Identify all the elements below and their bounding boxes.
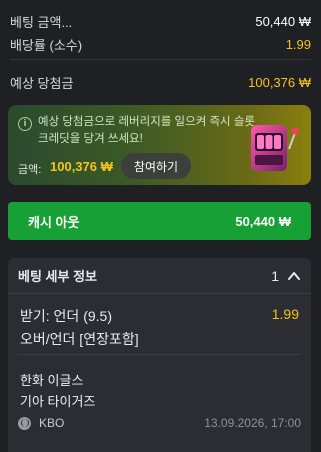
slot-credit-promo: i 예상 당첨금으로 레버리지를 일으켜 즉시 슬롯 크레딧을 당겨 쓰세요! … [8, 105, 311, 185]
stake-label: 베팅 금액... [10, 15, 73, 30]
selection-odds: 1.99 [271, 306, 299, 322]
chevron-up-icon[interactable] [287, 269, 301, 283]
slot-machine-icon [251, 125, 299, 171]
market-text: 오버/언더 [연장포함] [20, 331, 139, 347]
potential-label: 예상 당첨금 [10, 76, 74, 91]
promo-amount-value: 100,376 ₩ [50, 159, 113, 174]
bet-details-title: 베팅 세부 정보 [18, 269, 97, 284]
match-datetime: 13.09.2026, 17:00 [204, 416, 301, 430]
odds-value: 1.99 [285, 37, 311, 52]
promo-amount-label: 금액: [18, 164, 42, 176]
potential-value: 100,376 ₩ [248, 75, 311, 90]
league-name: KBO [39, 416, 65, 430]
bet-details-header[interactable]: 베팅 세부 정보 1 [8, 258, 311, 294]
info-icon: i [18, 117, 32, 131]
stake-row: 베팅 금액... 50,440 ₩ [10, 12, 311, 31]
potential-row: 예상 당첨금 100,376 ₩ [10, 73, 311, 92]
selection-text: 받기: 언더 (9.5) [20, 308, 112, 324]
cashout-label: 캐시 아웃 [28, 214, 80, 230]
bet-details-panel: 베팅 세부 정보 1 받기: 언더 (9.5) 1.99 오버/언더 [연장포함… [8, 258, 311, 452]
cashout-value: 50,440 ₩ [235, 213, 291, 229]
odds-label: 배당률 (소수) [10, 38, 83, 53]
divider [10, 59, 311, 60]
odds-row: 배당률 (소수) 1.99 [10, 35, 311, 54]
promo-text: 예상 당첨금으로 레버리지를 일으켜 즉시 슬롯 크레딧을 당겨 쓰세요! [38, 116, 255, 145]
cashout-button[interactable]: 캐시 아웃 50,440 ₩ [8, 202, 311, 240]
away-team: 기아 타이거즈 [20, 394, 96, 409]
stake-value: 50,440 ₩ [255, 14, 311, 29]
join-button[interactable]: 참여하기 [121, 153, 191, 179]
divider [18, 354, 301, 355]
bet-count: 1 [271, 267, 279, 284]
league-row: KBO 13.09.2026, 17:00 [18, 416, 301, 430]
home-team: 한화 이글스 [20, 373, 84, 388]
baseball-icon [18, 416, 31, 430]
